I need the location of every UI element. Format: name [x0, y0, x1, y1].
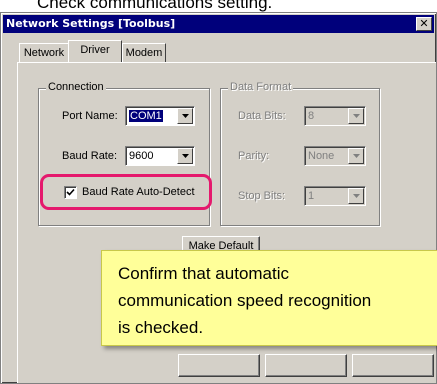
close-button[interactable]: ✕: [416, 17, 432, 31]
stop-bits-dropdown: 1: [304, 186, 366, 206]
title-bar: Network Settings [Toolbus] ✕: [3, 15, 434, 33]
data-bits-dropdown: 8: [304, 106, 366, 126]
data-format-group-title: Data Format: [228, 81, 294, 93]
port-name-dropdown[interactable]: COM1: [125, 106, 195, 126]
stop-bits-value: 1: [308, 190, 315, 202]
tab-driver[interactable]: Driver: [68, 40, 122, 62]
chevron-down-icon[interactable]: [177, 108, 193, 124]
data-bits-value: 8: [308, 110, 315, 122]
tab-modem[interactable]: Modem: [122, 43, 166, 62]
callout-line-3: is checked.: [118, 318, 204, 337]
baud-rate-label: Baud Rate:: [62, 150, 118, 162]
tab-driver-label: Driver: [80, 44, 110, 56]
chevron-down-icon: [348, 108, 364, 124]
stop-bits-label: Stop Bits:: [238, 190, 286, 202]
parity-value: None: [308, 150, 335, 162]
dialog-button-3[interactable]: [352, 354, 434, 377]
callout-line-2: communication speed recognition: [118, 291, 372, 310]
parity-label: Parity:: [238, 150, 270, 162]
data-bits-label: Data Bits:: [238, 110, 286, 122]
dialog-button-1[interactable]: [178, 354, 260, 377]
chevron-down-icon: [348, 188, 364, 204]
close-icon: ✕: [419, 17, 429, 30]
highlight-ring: [40, 174, 212, 210]
baud-rate-value: 9600: [129, 150, 154, 162]
callout-line-1: Confirm that automatic: [118, 264, 290, 283]
parity-dropdown: None: [304, 146, 366, 166]
tab-modem-label: Modem: [125, 47, 163, 59]
baud-rate-dropdown[interactable]: 9600: [125, 146, 195, 166]
window-title: Network Settings [Toolbus]: [6, 17, 176, 30]
tab-network[interactable]: Network: [19, 43, 69, 62]
chevron-down-icon[interactable]: [177, 148, 193, 164]
chevron-down-icon: [348, 148, 364, 164]
connection-group-title: Connection: [46, 81, 106, 93]
dialog-button-2[interactable]: [265, 354, 347, 377]
instruction-callout: Confirm that automatic communication spe…: [101, 250, 437, 346]
port-name-label: Port Name:: [62, 110, 118, 122]
port-name-value: COM1: [129, 110, 163, 122]
tab-network-label: Network: [23, 47, 65, 59]
